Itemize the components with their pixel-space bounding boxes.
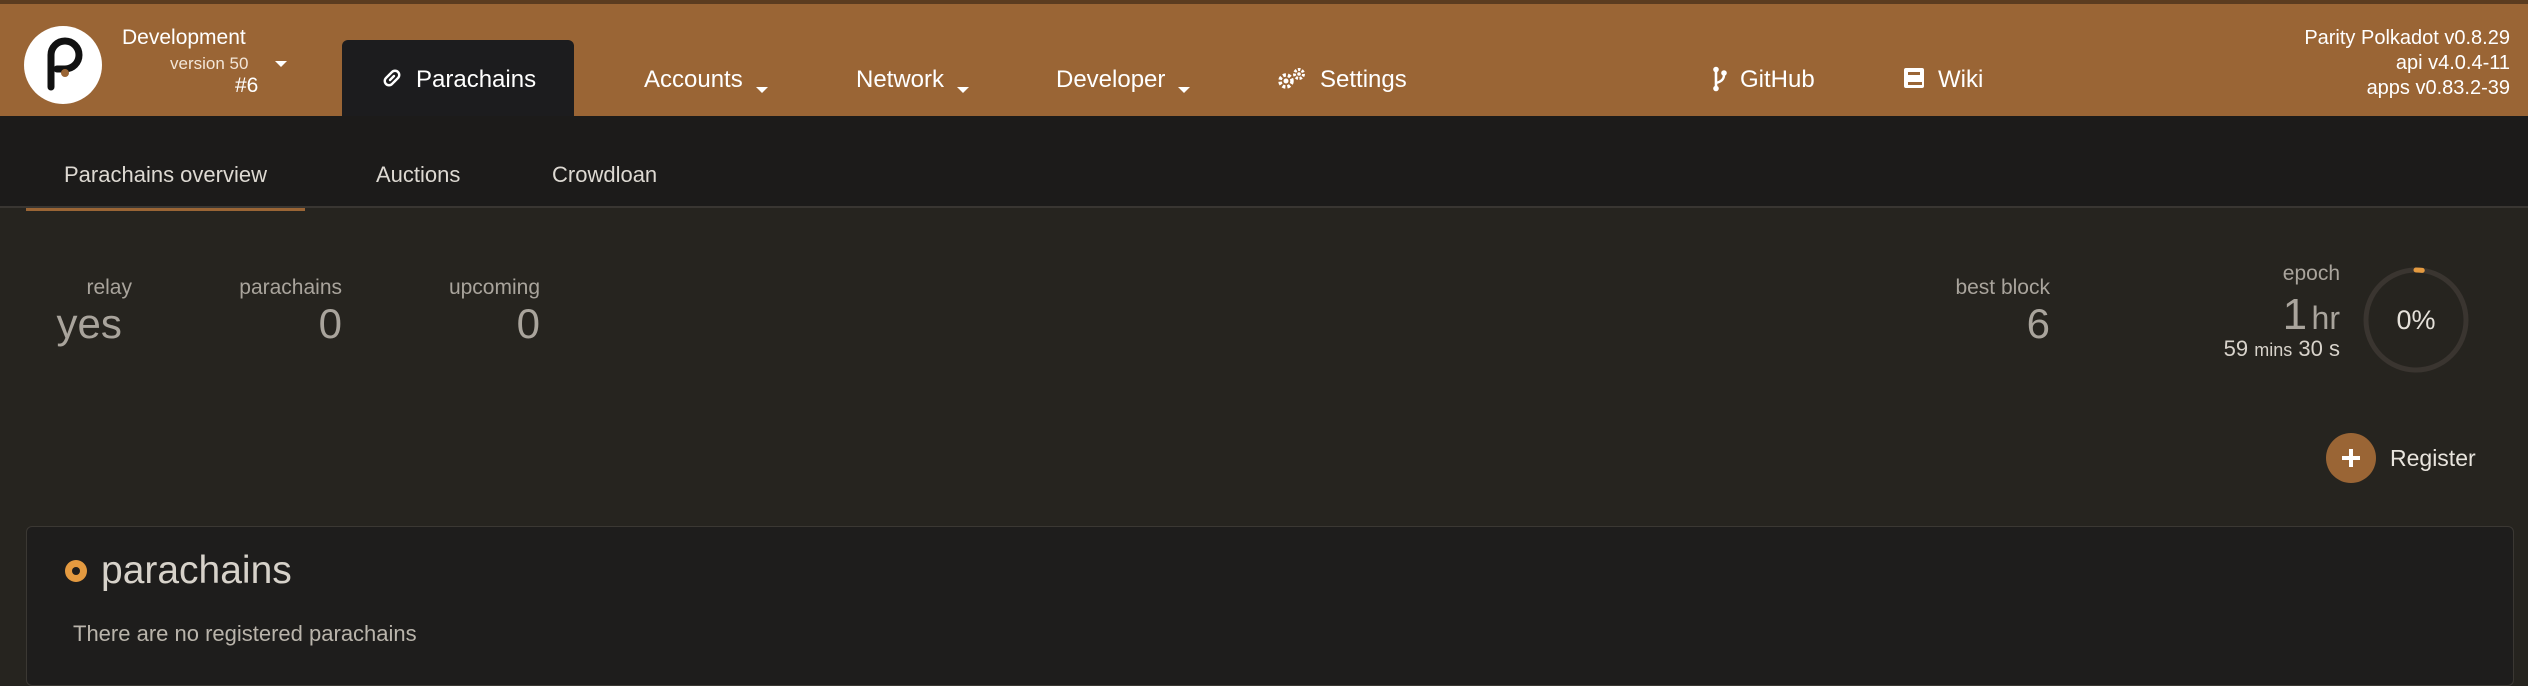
nav-accounts[interactable]: Accounts — [644, 40, 769, 120]
nav-developer[interactable]: Developer — [1056, 40, 1191, 120]
summary-epoch: epoch 1 hr 59 mins 30 s — [2224, 262, 2340, 362]
version-info: Parity Polkadot v0.8.29 api v4.0.4-11 ap… — [2304, 26, 2510, 101]
epoch-hours: 1 — [2283, 290, 2307, 339]
epoch-time: 1 hr — [2224, 290, 2340, 340]
chain-name: Development — [122, 26, 246, 50]
chevron-down-icon — [1177, 74, 1191, 102]
nav-wiki[interactable]: Wiki — [1902, 40, 1983, 120]
api-version: api v4.0.4-11 — [2304, 51, 2510, 76]
nav-network-label: Network — [856, 66, 944, 94]
link-icon — [380, 66, 404, 97]
relay-label: relay — [86, 276, 132, 300]
chain-best-block: #6 — [235, 74, 258, 98]
top-navigation-bar: Development version 50 #6 Parachains Acc… — [0, 0, 2528, 116]
tab-auctions[interactable]: Auctions — [376, 162, 460, 188]
tab-parachains-overview[interactable]: Parachains overview — [64, 162, 267, 188]
chevron-down-icon — [755, 74, 769, 102]
epoch-remaining: 59 mins 30 s — [2224, 336, 2340, 362]
nav-developer-label: Developer — [1056, 66, 1165, 94]
summary-best-block: best block 6 — [1955, 276, 2050, 348]
epoch-secs: 30 — [2298, 336, 2322, 361]
epoch-secs-label: s — [2329, 336, 2340, 361]
relay-value: yes — [56, 300, 132, 348]
summary-relay: relay yes — [86, 276, 132, 348]
epoch-hours-unit: hr — [2312, 300, 2340, 336]
epoch-label: epoch — [2224, 262, 2340, 286]
parachains-label: parachains — [239, 276, 342, 300]
empty-message: There are no registered parachains — [73, 621, 417, 647]
best-block-value: 6 — [1955, 300, 2050, 348]
plus-icon — [2326, 433, 2376, 483]
register-button[interactable]: Register — [2326, 433, 2476, 483]
epoch-mins: 59 — [2224, 336, 2248, 361]
nav-wiki-label: Wiki — [1938, 66, 1983, 94]
parachains-value: 0 — [239, 300, 342, 348]
gears-icon — [1276, 66, 1308, 99]
best-block-label: best block — [1955, 276, 2050, 300]
book-icon — [1902, 66, 1926, 97]
nav-parachains-label: Parachains — [416, 66, 536, 94]
tab-crowdloan[interactable]: Crowdloan — [552, 162, 657, 188]
panel-title: parachains — [101, 549, 292, 593]
nav-settings[interactable]: Settings — [1276, 40, 1407, 120]
nav-network[interactable]: Network — [856, 40, 970, 120]
chevron-down-icon — [956, 74, 970, 102]
nav-github[interactable]: GitHub — [1712, 40, 1815, 120]
summary-parachains: parachains 0 — [239, 276, 342, 348]
epoch-percent: 0% — [2360, 264, 2472, 376]
polkadot-logo-icon[interactable] — [24, 26, 102, 104]
panel-header: parachains — [65, 549, 292, 593]
chain-version: version 50 — [170, 54, 248, 74]
register-label: Register — [2390, 445, 2476, 472]
summary-upcoming: upcoming 0 — [449, 276, 540, 348]
nav-github-label: GitHub — [1740, 66, 1815, 94]
sub-tab-bar: Parachains overview Auctions Crowdloan — [0, 116, 2528, 208]
parachains-panel: parachains There are no registered parac… — [26, 526, 2514, 686]
branch-icon — [1712, 66, 1728, 99]
nav-accounts-label: Accounts — [644, 66, 743, 94]
chevron-down-icon — [274, 56, 288, 74]
nav-parachains[interactable]: Parachains — [342, 40, 574, 120]
apps-version: apps v0.83.2-39 — [2304, 76, 2510, 101]
status-dot-icon — [65, 560, 87, 582]
nav-settings-label: Settings — [1320, 66, 1407, 94]
upcoming-label: upcoming — [449, 276, 540, 300]
epoch-mins-label: mins — [2254, 340, 2292, 360]
node-version: Parity Polkadot v0.8.29 — [2304, 26, 2510, 51]
upcoming-value: 0 — [449, 300, 540, 348]
